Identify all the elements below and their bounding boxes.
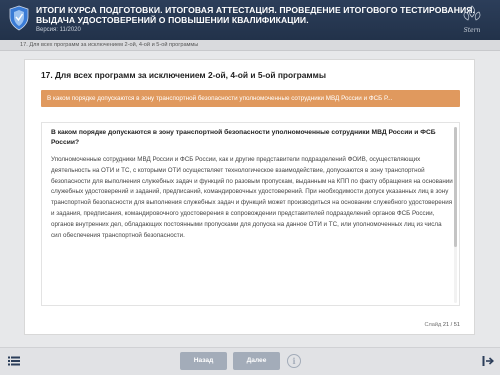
- slide-counter: Слайд 21 / 51: [424, 322, 460, 328]
- scrollbar-thumb[interactable]: [454, 127, 457, 247]
- answer-scrollbar[interactable]: [454, 127, 457, 303]
- menu-list-icon[interactable]: [8, 356, 20, 366]
- brand-text: Stern: [464, 27, 481, 34]
- slide-label: Слайд: [424, 322, 442, 328]
- breadcrumb: 17. Для всех программ за исключением 2-о…: [0, 40, 500, 51]
- info-icon[interactable]: i: [287, 354, 301, 368]
- brand-logo-icon: Stern: [464, 5, 481, 34]
- header-title-line-1: ИТОГИ КУРСА ПОДГОТОВКИ. ИТОГОВАЯ АТТЕСТА…: [36, 5, 476, 15]
- shield-logo-icon: [9, 5, 29, 31]
- app-header: ИТОГИ КУРСА ПОДГОТОВКИ. ИТОГОВАЯ АТТЕСТА…: [0, 0, 500, 40]
- question-selector-bar[interactable]: В каком порядке допускаются в зону транс…: [41, 90, 460, 107]
- question-title: 17. Для всех программ за исключением 2-о…: [41, 70, 326, 80]
- answer-panel: В каком порядке допускаются в зону транс…: [41, 122, 460, 306]
- slide-total: 51: [453, 322, 460, 328]
- answer-question-heading: В каком порядке допускаются в зону транс…: [51, 129, 436, 146]
- question-card: 17. Для всех программ за исключением 2-о…: [24, 59, 475, 335]
- player-footer: Назад Далее i: [0, 347, 500, 375]
- header-title-line-2: ВЫДАЧА УДОСТОВЕРЕНИЙ О ПОВЫШЕНИИ КВАЛИФИ…: [36, 15, 309, 25]
- back-button[interactable]: Назад: [180, 352, 227, 370]
- exit-icon[interactable]: [482, 355, 494, 367]
- answer-text: Уполномоченные сотрудники МВД России и Ф…: [51, 156, 453, 239]
- slide-current: 21: [442, 322, 450, 328]
- next-button[interactable]: Далее: [233, 352, 280, 370]
- version-label: Версия: 11/2020: [36, 27, 81, 33]
- slide-separator: /: [450, 322, 453, 328]
